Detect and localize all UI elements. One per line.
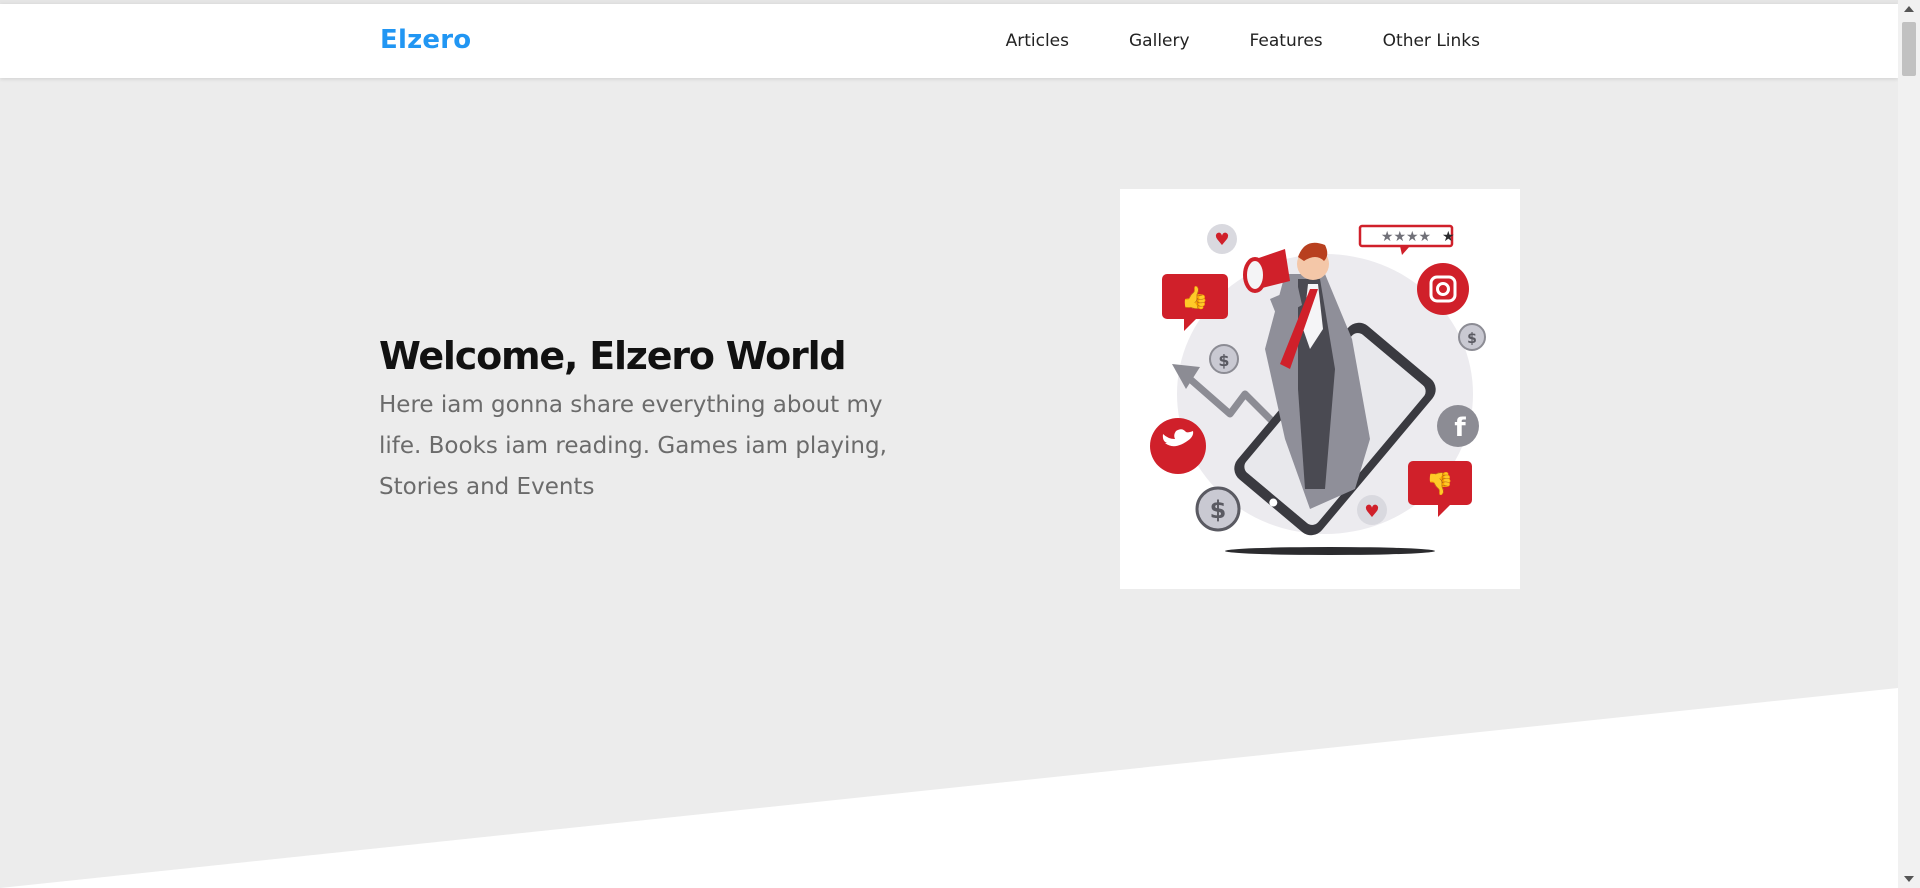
hero-description: Here iam gonna share everything about my… xyxy=(379,392,887,500)
svg-text:f: f xyxy=(1454,413,1466,443)
svg-text:♥: ♥ xyxy=(1214,230,1229,250)
svg-text:👎: 👎 xyxy=(1426,471,1453,497)
nav-link-other-links[interactable]: Other Links xyxy=(1353,4,1510,78)
nav-link-articles[interactable]: Articles xyxy=(976,4,1099,78)
scroll-down-arrow-icon[interactable] xyxy=(1904,876,1914,882)
hero-illustration: ★★★★ ★ ♥ 👍 $ $ $ f 👎 ♥ xyxy=(1120,189,1520,589)
svg-text:★★★★: ★★★★ xyxy=(1381,229,1431,245)
hero-text: Welcome, Elzero World Here iam gonna sha… xyxy=(379,333,899,508)
svg-text:★: ★ xyxy=(1442,229,1455,245)
nav-link-features[interactable]: Features xyxy=(1220,4,1353,78)
page: Elzero Articles Gallery Features Other L… xyxy=(0,0,1920,888)
hero-slant-divider xyxy=(0,688,1898,888)
logo[interactable]: Elzero xyxy=(380,24,471,56)
svg-text:$: $ xyxy=(1467,331,1477,347)
svg-text:$: $ xyxy=(1210,496,1227,524)
svg-text:👍: 👍 xyxy=(1181,285,1208,311)
hero-section: Welcome, Elzero World Here iam gonna sha… xyxy=(0,78,1898,888)
site-header: Elzero Articles Gallery Features Other L… xyxy=(0,4,1898,78)
vertical-scrollbar[interactable] xyxy=(1898,0,1920,888)
svg-text:♥: ♥ xyxy=(1364,502,1379,522)
nav-link-gallery[interactable]: Gallery xyxy=(1099,4,1220,78)
main-nav: Articles Gallery Features Other Links xyxy=(976,4,1510,78)
svg-text:$: $ xyxy=(1218,351,1229,370)
scrollbar-thumb[interactable] xyxy=(1902,22,1916,76)
scroll-up-arrow-icon[interactable] xyxy=(1904,6,1914,12)
social-media-marketing-illustration-icon: ★★★★ ★ ♥ 👍 $ $ $ f 👎 ♥ xyxy=(1150,224,1486,555)
hero-title: Welcome, Elzero World xyxy=(379,334,847,378)
